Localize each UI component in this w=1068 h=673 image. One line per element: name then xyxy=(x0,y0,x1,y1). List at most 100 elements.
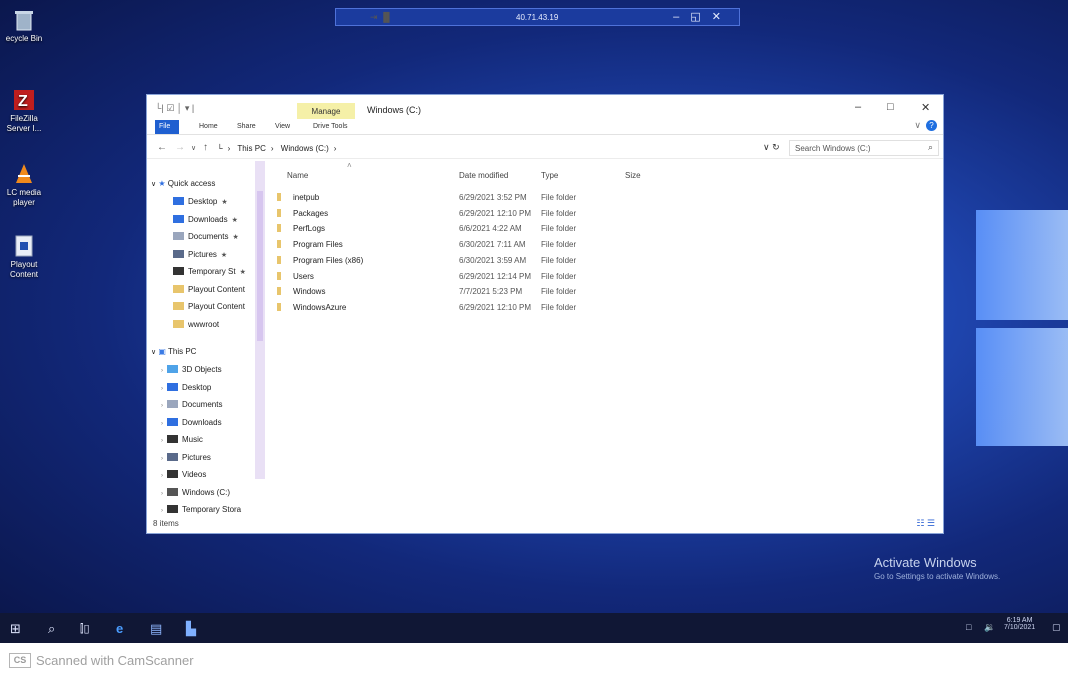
sidebar-item-quick-4[interactable]: Temporary St ★ xyxy=(173,267,246,281)
chevron-right-icon[interactable]: › xyxy=(161,473,163,479)
sidebar-item-pc-1[interactable]: › Desktop xyxy=(161,382,211,397)
table-row[interactable]: Windows 7/7/2021 5:23 PM File folder xyxy=(277,285,607,299)
chevron-right-icon[interactable]: › xyxy=(161,386,163,392)
minimize-icon[interactable]: – xyxy=(855,101,861,113)
nav-this-pc[interactable]: ∨ ▣ This PC xyxy=(151,347,196,361)
desktop-icon-filezilla[interactable]: Z FileZilla Server I... xyxy=(0,88,48,134)
pin-icon[interactable]: ★ xyxy=(240,269,246,276)
network-icon[interactable]: □ xyxy=(966,622,971,632)
breadcrumb-windows-c[interactable]: Windows (C:) xyxy=(281,144,329,153)
pin-icon[interactable]: ★ xyxy=(221,252,227,259)
chevron-right-icon[interactable]: › xyxy=(161,508,163,514)
close-icon[interactable]: ✕ xyxy=(921,101,930,114)
column-type[interactable]: Type xyxy=(541,171,558,180)
table-row[interactable]: Packages 6/29/2021 12:10 PM File folder xyxy=(277,207,607,221)
task-view-icon[interactable]: ⫿▯ xyxy=(80,622,90,636)
sidebar-item-pc-2[interactable]: › Documents xyxy=(161,400,222,414)
file-name: Program Files (x86) xyxy=(293,255,364,265)
chevron-right-icon[interactable]: › xyxy=(161,368,163,374)
file-date: 6/30/2021 3:59 AM xyxy=(459,255,527,265)
sidebar-item-quick-3[interactable]: Pictures ★ xyxy=(173,249,227,264)
desktop-icon-vlc[interactable]: LC media player xyxy=(0,162,48,208)
folder-icon xyxy=(173,284,184,293)
chevron-right-icon[interactable]: › xyxy=(161,491,163,497)
tab-home[interactable]: Home xyxy=(199,123,218,130)
chevron-down-icon[interactable]: ∨ xyxy=(914,120,921,131)
start-windows-icon[interactable]: ⊞ xyxy=(10,621,21,637)
breadcrumb-this-pc[interactable]: This PC xyxy=(237,144,265,153)
desktop-icon-recycle-bin[interactable]: ecycle Bin xyxy=(0,8,48,44)
view-toggle-icons[interactable]: ☷ ☰ xyxy=(916,518,935,529)
table-row[interactable]: Program Files 6/30/2021 7:11 AM File folde… xyxy=(277,238,607,252)
chevron-right-icon[interactable]: › xyxy=(161,403,163,409)
tab-file[interactable]: File xyxy=(155,120,179,134)
table-row[interactable]: Users 6/29/2021 12:14 PM File folder xyxy=(277,270,607,284)
search-input[interactable]: Search Windows (C:) ⌕ xyxy=(789,140,939,156)
pin-icon[interactable]: ★ xyxy=(232,217,238,224)
help-icon[interactable]: ? xyxy=(926,120,937,131)
up-arrow-icon[interactable]: ↑ xyxy=(203,142,208,153)
pin-signal-icon[interactable]: ⇥ ▐▌ xyxy=(370,12,393,23)
column-size[interactable]: Size xyxy=(625,171,641,180)
edge-browser-icon[interactable]: e xyxy=(116,621,123,636)
back-arrow-icon[interactable]: ← xyxy=(157,142,167,153)
sidebar-item-pc-4[interactable]: › Music xyxy=(161,435,203,449)
sidebar-item-quick-0[interactable]: Desktop ★ xyxy=(173,197,228,211)
pin-icon[interactable]: ★ xyxy=(221,199,227,206)
table-row[interactable]: WindowsAzure 6/29/2021 12:10 PM File folde… xyxy=(277,301,607,315)
maximize-icon[interactable]: □ xyxy=(887,101,894,113)
notifications-icon[interactable]: ▢ xyxy=(1052,622,1061,633)
recycle-bin-icon xyxy=(12,8,36,32)
volume-icon[interactable]: 🔉 xyxy=(984,622,995,633)
tab-manage[interactable]: Manage xyxy=(297,103,355,119)
window-title: Windows (C:) xyxy=(367,105,422,115)
nav-quick-access[interactable]: ∨ ★ Quick access xyxy=(151,179,215,193)
sidebar-item-pc-3[interactable]: › Downloads xyxy=(161,417,222,432)
sidebar-item-pc-6[interactable]: › Videos xyxy=(161,470,206,484)
search-icon[interactable]: ⌕ xyxy=(48,621,55,637)
tab-drive-tools[interactable]: Drive Tools xyxy=(313,123,348,130)
sidebar-item-quick-5[interactable]: Playout Content xyxy=(173,284,245,299)
tab-share[interactable]: Share xyxy=(237,123,256,130)
shortcut-file-icon xyxy=(12,234,36,258)
sidebar-item-pc-8[interactable]: › Temporary Stora xyxy=(161,505,241,519)
sidebar-item-quick-6[interactable]: Playout Content xyxy=(173,302,245,316)
pin-icon[interactable]: ★ xyxy=(232,234,238,241)
desktop-icon-playout-content[interactable]: Playout Content xyxy=(0,234,48,280)
column-name[interactable]: Name xyxy=(287,171,308,180)
chevron-right-icon[interactable]: › xyxy=(161,421,163,427)
refresh-icon[interactable]: ∨ ↻ xyxy=(763,142,780,153)
sidebar-item-quick-2[interactable]: Documents ★ xyxy=(173,232,239,246)
chevron-right-icon[interactable]: › xyxy=(161,438,163,444)
quick-access-toolbar[interactable]: └| ☑ │ ▾ | xyxy=(155,103,194,114)
sidebar-item-label: Music xyxy=(182,435,203,444)
forward-arrow-icon[interactable]: → xyxy=(175,142,185,153)
nav-scrollbar[interactable] xyxy=(255,161,265,479)
sidebar-item-pc-5[interactable]: › Pictures xyxy=(161,452,211,467)
search-icon: ⌕ xyxy=(927,142,933,152)
file-name: Program Files xyxy=(293,240,343,250)
table-row[interactable]: Program Files (x86) 6/30/2021 3:59 AM File… xyxy=(277,254,607,268)
breadcrumb[interactable]: └ › This PC › Windows (C:) › xyxy=(217,144,341,153)
sidebar-item-quick-7[interactable]: wwwroot xyxy=(173,319,219,334)
sidebar-item-pc-0[interactable]: › 3D Objects xyxy=(161,365,222,379)
sidebar-item-label: Playout Content xyxy=(188,284,245,294)
file-name: Windows xyxy=(293,287,326,297)
sidebar-item-quick-1[interactable]: Downloads ★ xyxy=(173,214,238,229)
filezilla-icon: Z xyxy=(12,88,36,112)
table-row[interactable]: inetpub 6/29/2021 3:52 PM File folder xyxy=(277,191,607,205)
file-explorer-icon[interactable]: ▤ xyxy=(150,621,162,637)
server-manager-icon[interactable]: ▙ xyxy=(186,621,196,637)
file-date: 6/29/2021 12:10 PM xyxy=(459,302,532,312)
chevron-right-icon[interactable]: › xyxy=(161,456,163,462)
recent-locations-icon[interactable]: ∨ xyxy=(191,144,196,152)
computer-icon: ▣ xyxy=(158,347,166,356)
search-placeholder: Search Windows (C:) xyxy=(795,144,871,153)
clock[interactable]: 6:19 AM 7/10/2021 xyxy=(1004,617,1035,631)
table-row[interactable]: PerfLogs 6/6/2021 4:22 AM File folder xyxy=(277,222,607,236)
rdp-window-controls[interactable]: – ◱ ✕ xyxy=(673,10,725,23)
column-date-modified[interactable]: Date modified xyxy=(459,171,508,180)
sidebar-item-pc-7[interactable]: › Windows (C:) xyxy=(161,487,230,502)
drive-icon: └ xyxy=(217,144,223,153)
tab-view[interactable]: View xyxy=(275,123,290,130)
